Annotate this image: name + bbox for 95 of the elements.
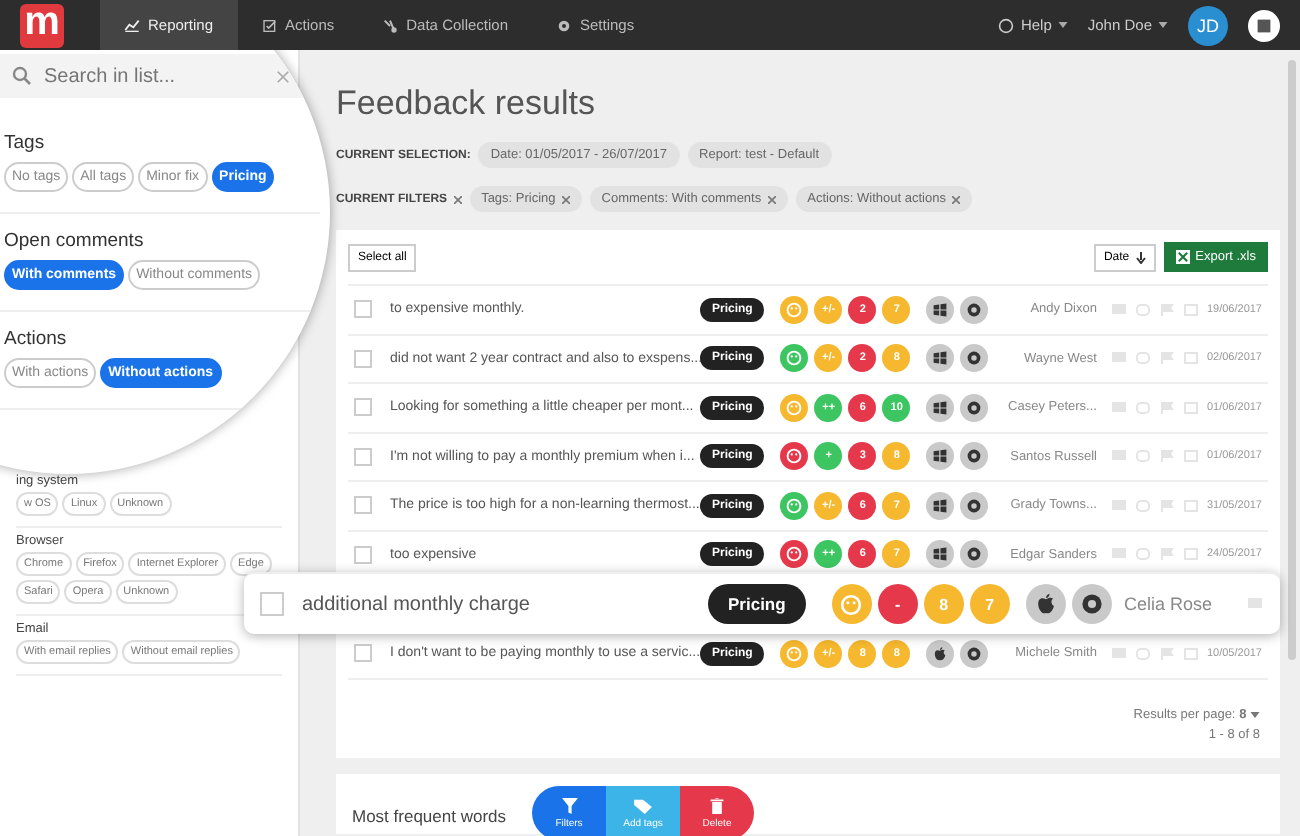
face-icon	[786, 301, 803, 318]
comment-icon[interactable]	[1112, 303, 1127, 316]
row-checkbox[interactable]	[354, 300, 372, 319]
caret-icon	[1057, 22, 1068, 28]
flag-icon[interactable]	[1160, 548, 1175, 561]
comment-icon[interactable]	[1112, 499, 1127, 512]
score-badge: 7	[969, 584, 1010, 624]
apple-icon	[932, 645, 949, 662]
caret-icon	[1158, 22, 1168, 28]
face-icon	[786, 497, 803, 514]
browser-icon	[966, 399, 983, 416]
arrow-down-icon	[1135, 251, 1146, 263]
filter-heading: Actions	[4, 328, 69, 350]
search-icon	[12, 66, 32, 86]
flag-icon[interactable]	[1160, 499, 1175, 512]
customer-name: Celia Rose	[1121, 594, 1212, 614]
close-icon[interactable]	[561, 195, 570, 203]
checkbox-icon	[261, 17, 278, 33]
mail-icon[interactable]	[1184, 450, 1199, 463]
chart-icon	[124, 17, 140, 33]
filter-icon	[561, 797, 577, 813]
chat-icon[interactable]	[1136, 450, 1151, 463]
wand-icon	[382, 17, 399, 33]
windows-icon	[932, 448, 949, 465]
caret-icon	[1250, 711, 1260, 717]
comment-icon[interactable]	[1112, 548, 1127, 561]
mail-icon[interactable]	[1184, 499, 1199, 512]
help-icon	[998, 17, 1015, 33]
close-icon[interactable]	[276, 70, 290, 84]
comment-text: additional monthly charge	[302, 593, 532, 615]
browser-icon	[966, 448, 983, 465]
feedback-row[interactable]: additional monthly charge Pricing - 8 7 Celia Rose	[244, 572, 1280, 634]
face-icon	[786, 350, 803, 367]
chat-icon[interactable]	[1136, 352, 1151, 365]
browser-icon	[966, 546, 983, 563]
apple-icon	[1033, 592, 1058, 616]
browser-icon	[966, 645, 983, 662]
face-icon	[840, 593, 863, 615]
app-icon[interactable]	[1248, 9, 1280, 41]
browser-icon	[1079, 592, 1104, 616]
close-icon[interactable]	[767, 195, 776, 203]
close-icon[interactable]	[951, 195, 960, 203]
chat-icon[interactable]	[1136, 303, 1151, 316]
flag-icon[interactable]	[1160, 303, 1175, 316]
row-checkbox[interactable]	[354, 545, 372, 564]
windows-icon	[932, 301, 949, 318]
score-badge: -	[877, 584, 918, 624]
chat-icon[interactable]	[1136, 401, 1151, 414]
mail-icon[interactable]	[1184, 352, 1199, 365]
row-checkbox[interactable]	[354, 496, 372, 515]
browser-icon	[966, 301, 983, 318]
mail-icon[interactable]	[1184, 401, 1199, 414]
filter-heading: Open comments	[4, 230, 146, 252]
user-avatar[interactable]: JD	[1188, 5, 1228, 45]
row-checkbox[interactable]	[354, 644, 372, 663]
comment-icon[interactable]	[1248, 598, 1262, 610]
face-icon	[786, 546, 803, 563]
gear-icon	[556, 17, 572, 33]
mail-icon[interactable]	[1184, 303, 1199, 316]
chat-icon[interactable]	[1136, 548, 1151, 561]
windows-icon	[932, 350, 949, 367]
row-checkbox[interactable]	[260, 592, 284, 616]
windows-icon	[932, 546, 949, 563]
flag-icon[interactable]	[1160, 352, 1175, 365]
close-icon[interactable]	[453, 195, 462, 203]
spreadsheet-icon	[1175, 250, 1190, 264]
browser-icon	[966, 350, 983, 367]
chat-icon[interactable]	[1136, 499, 1151, 512]
logo[interactable]: m	[20, 3, 64, 47]
page-title: Feedback results	[336, 84, 597, 124]
section-title: Most frequent words	[352, 805, 507, 825]
windows-icon	[932, 497, 949, 514]
comment-icon[interactable]	[1112, 647, 1127, 660]
windows-icon	[932, 399, 949, 416]
mail-icon[interactable]	[1184, 647, 1199, 660]
chat-icon[interactable]	[1136, 647, 1151, 660]
trash-icon	[710, 797, 724, 813]
face-icon	[786, 448, 803, 465]
comment-icon[interactable]	[1112, 352, 1127, 365]
flag-icon[interactable]	[1160, 647, 1175, 660]
row-checkbox[interactable]	[354, 447, 372, 466]
flag-icon[interactable]	[1160, 450, 1175, 463]
tag-icon	[634, 797, 652, 813]
comment-icon[interactable]	[1112, 450, 1127, 463]
face-icon	[786, 645, 803, 662]
mail-icon[interactable]	[1184, 548, 1199, 561]
tag-label: Pricing	[708, 584, 806, 624]
browser-icon	[966, 497, 983, 514]
comment-icon[interactable]	[1112, 401, 1127, 414]
filter-heading: Tags	[4, 132, 47, 154]
row-checkbox[interactable]	[354, 398, 372, 417]
row-checkbox[interactable]	[354, 349, 372, 368]
face-icon	[786, 399, 803, 416]
flag-icon[interactable]	[1160, 401, 1175, 414]
score-badge: 8	[923, 584, 964, 624]
